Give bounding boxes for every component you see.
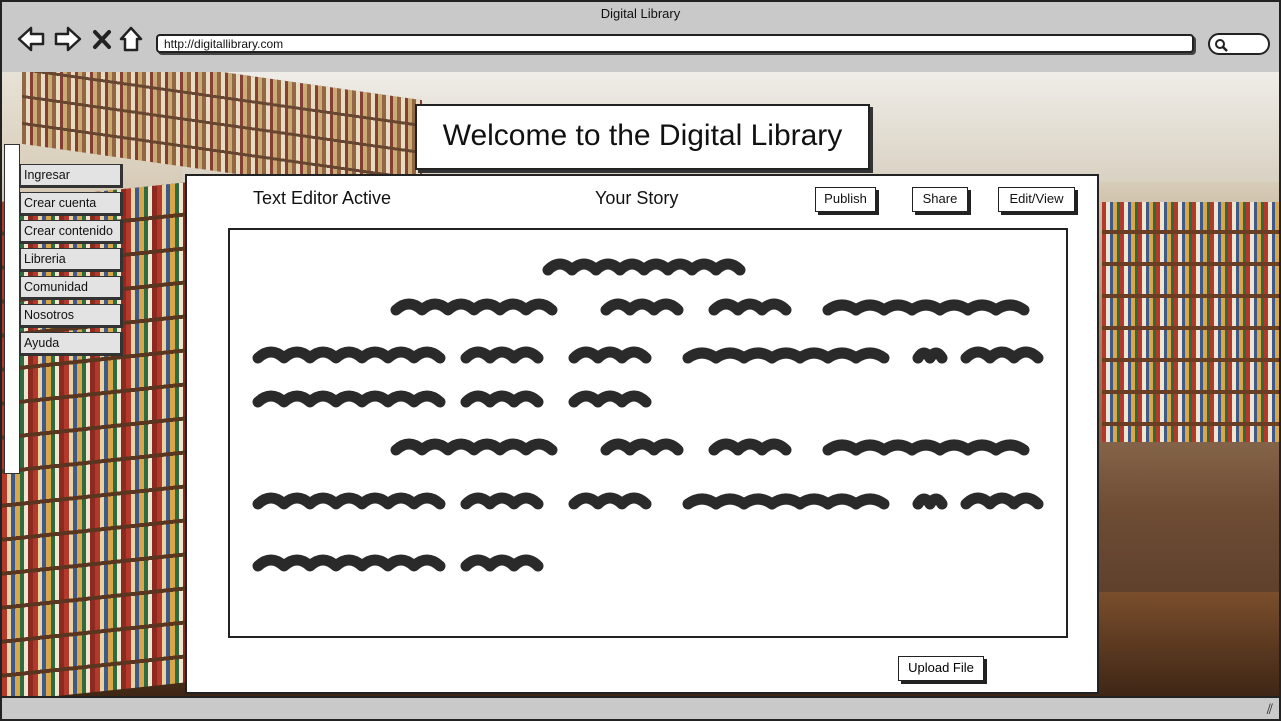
sidebar-item-nosotros[interactable]: Nosotros xyxy=(20,304,123,328)
window-title: Digital Library xyxy=(600,6,681,21)
status-bar: ⫽ xyxy=(2,696,1279,719)
scribble-line xyxy=(542,258,746,276)
forward-button[interactable] xyxy=(53,24,83,54)
sidebar-menu: Ingresar Crear cuenta Crear contenido Li… xyxy=(20,164,123,360)
resize-grip-icon[interactable]: ⫽ xyxy=(1267,701,1273,718)
scribble-line xyxy=(252,492,1044,510)
sidebar-item-ayuda[interactable]: Ayuda xyxy=(20,332,123,356)
scribble-line xyxy=(390,438,1030,456)
scribble-line xyxy=(390,298,1030,316)
back-button[interactable] xyxy=(16,24,46,54)
story-title: Your Story xyxy=(595,188,679,208)
sidebar-item-libreria[interactable]: Libreria xyxy=(20,248,123,272)
close-icon xyxy=(93,30,111,49)
arrow-left-icon xyxy=(17,26,45,52)
sidebar-item-crear-cuenta[interactable]: Crear cuenta xyxy=(20,192,123,216)
search-box[interactable] xyxy=(1208,33,1270,55)
text-editor[interactable] xyxy=(228,228,1068,638)
share-button[interactable]: Share xyxy=(912,187,968,212)
arrow-right-icon xyxy=(54,26,82,52)
edit-view-button[interactable]: Edit/View xyxy=(998,187,1075,212)
address-bar[interactable]: http://digitallibrary.com xyxy=(156,34,1194,53)
editor-panel: Text Editor Active Your Story Publish Sh… xyxy=(185,174,1099,694)
scribble-line xyxy=(252,390,652,408)
stop-button[interactable] xyxy=(90,24,114,54)
scribble-line xyxy=(252,554,544,572)
sidebar-strip xyxy=(4,144,20,474)
page-viewport: Welcome to the Digital Library Ingresar … xyxy=(2,72,1279,696)
home-button[interactable] xyxy=(118,24,144,54)
welcome-banner: Welcome to the Digital Library xyxy=(415,104,870,170)
home-icon xyxy=(119,26,143,52)
browser-window: Digital Library http://digitallibrary.co… xyxy=(0,0,1281,721)
sidebar-item-crear-contenido[interactable]: Crear contenido xyxy=(20,220,123,244)
upload-file-button[interactable]: Upload File xyxy=(898,656,984,681)
publish-button[interactable]: Publish xyxy=(815,187,876,212)
background-bookshelf xyxy=(1102,202,1279,442)
sidebar-item-comunidad[interactable]: Comunidad xyxy=(20,276,123,300)
search-icon xyxy=(1215,39,1228,52)
editor-status: Text Editor Active xyxy=(253,188,392,208)
scribble-line xyxy=(252,346,1044,364)
sidebar-item-ingresar[interactable]: Ingresar xyxy=(20,164,123,188)
text-placeholder-scribbles xyxy=(252,258,1044,572)
